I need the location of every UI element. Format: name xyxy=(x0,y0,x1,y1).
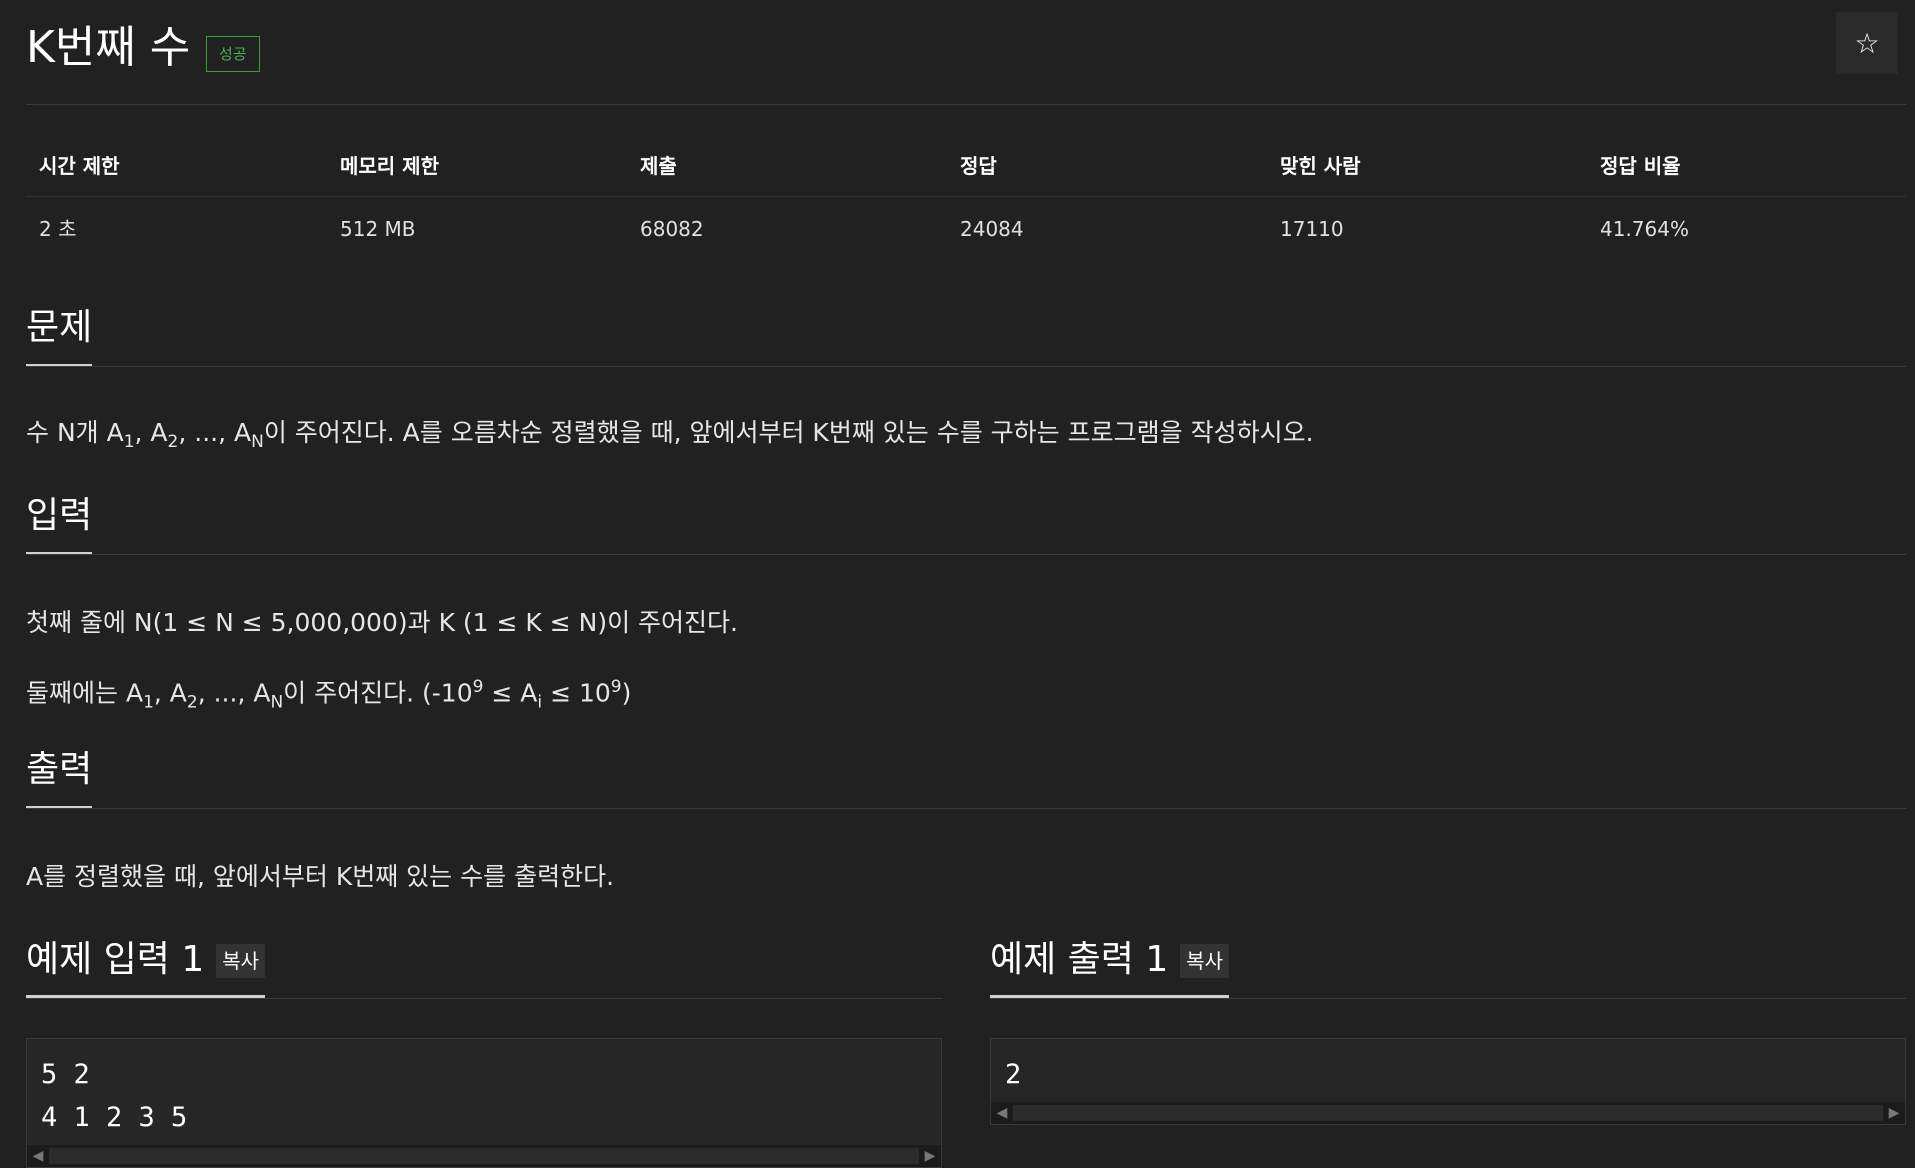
time-limit-value: 2 초 xyxy=(39,217,77,241)
sample-divider xyxy=(990,998,1906,999)
section-divider xyxy=(26,554,1906,555)
input-line-1: 첫째 줄에 N(1 ≤ N ≤ 5,000,000)과 K (1 ≤ K ≤ N… xyxy=(26,608,738,637)
scrollbar-thumb[interactable] xyxy=(1013,1105,1883,1121)
scroll-left-icon[interactable]: ◀ xyxy=(27,1145,49,1167)
sample-input-panel: 예제 입력 1 복사 5 2 4 1 2 3 5 ◀ ▶ xyxy=(26,932,942,1168)
problem-info-table: 시간 제한 메모리 제한 제출 정답 맞힌 사람 정답 비율 2 초 512 M… xyxy=(26,140,1906,253)
info-table-header-row: 시간 제한 메모리 제한 제출 정답 맞힌 사람 정답 비율 xyxy=(26,140,1906,197)
copy-sample-input-button[interactable]: 복사 xyxy=(216,944,266,978)
section-divider xyxy=(26,808,1906,809)
accepted-value: 24084 xyxy=(960,217,1024,241)
star-icon: ☆ xyxy=(1854,26,1880,60)
submissions-value: 68082 xyxy=(640,217,704,241)
header-memory-limit: 메모리 제한 xyxy=(340,154,439,178)
output-line-1: A를 정렬했을 때, 앞에서부터 K번째 있는 수를 출력한다. xyxy=(26,862,615,891)
sample-input-header: 예제 입력 1 복사 xyxy=(26,932,942,999)
section-divider xyxy=(26,366,1906,367)
info-table-row: 2 초 512 MB 68082 24084 17110 41.764% xyxy=(26,197,1906,253)
sample-input-box[interactable]: 5 2 4 1 2 3 5 ◀ ▶ xyxy=(26,1038,942,1168)
header-accepted: 정답 xyxy=(960,154,997,178)
header-solved-users: 맞힌 사람 xyxy=(1280,154,1361,178)
sample-divider xyxy=(26,998,942,999)
output-section: 출력 A를 정렬했을 때, 앞에서부터 K번째 있는 수를 출력한다. xyxy=(26,742,1906,897)
problem-page: K번째 수 성공 ☆ 시간 제한 메모리 제한 제출 정답 맞힌 사람 정답 비… xyxy=(0,0,1915,1168)
header-time-limit: 시간 제한 xyxy=(39,154,120,178)
horizontal-scrollbar[interactable]: ◀ ▶ xyxy=(27,1145,941,1167)
input-section: 입력 첫째 줄에 N(1 ≤ N ≤ 5,000,000)과 K (1 ≤ K … xyxy=(26,488,1906,722)
problem-section-title: 문제 xyxy=(26,300,93,367)
sample-input-content: 5 2 4 1 2 3 5 xyxy=(41,1059,188,1133)
status-badge: 성공 xyxy=(206,36,260,72)
horizontal-scrollbar[interactable]: ◀ ▶ xyxy=(991,1102,1905,1124)
solved-users-value: 17110 xyxy=(1280,217,1344,241)
input-section-title: 입력 xyxy=(26,488,93,555)
scroll-right-icon[interactable]: ▶ xyxy=(919,1145,941,1167)
sample-output-header: 예제 출력 1 복사 xyxy=(990,932,1906,999)
problem-description: 수 N개 A1, A2, ..., AN이 주어진다. A를 오름차순 정렬했을… xyxy=(26,418,1314,452)
copy-sample-output-button[interactable]: 복사 xyxy=(1180,944,1230,978)
header-submissions: 제출 xyxy=(640,154,677,178)
problem-header: K번째 수 성공 ☆ xyxy=(26,12,1906,105)
sample-output-panel: 예제 출력 1 복사 2 ◀ ▶ xyxy=(990,932,1906,1125)
problem-section: 문제 수 N개 A1, A2, ..., AN이 주어진다. A를 오름차순 정… xyxy=(26,300,1906,462)
scroll-right-icon[interactable]: ▶ xyxy=(1883,1102,1905,1124)
sample-output-content: 2 xyxy=(1005,1059,1022,1090)
scrollbar-thumb[interactable] xyxy=(49,1148,919,1164)
header-divider xyxy=(26,104,1906,105)
scroll-left-icon[interactable]: ◀ xyxy=(991,1102,1013,1124)
sample-output-box[interactable]: 2 ◀ ▶ xyxy=(990,1038,1906,1125)
sample-input-title: 예제 입력 1 복사 xyxy=(26,932,266,998)
memory-limit-value: 512 MB xyxy=(340,217,416,241)
header-accept-ratio: 정답 비율 xyxy=(1600,154,1681,178)
favorite-button[interactable]: ☆ xyxy=(1836,12,1898,74)
accept-ratio-value: 41.764% xyxy=(1600,217,1689,241)
input-line-2: 둘째에는 A1, A2, ..., AN이 주어진다. (-109 ≤ Ai ≤… xyxy=(26,677,632,713)
problem-title: K번째 수 xyxy=(26,22,191,73)
sample-output-title: 예제 출력 1 복사 xyxy=(990,932,1230,998)
output-section-title: 출력 xyxy=(26,742,93,809)
